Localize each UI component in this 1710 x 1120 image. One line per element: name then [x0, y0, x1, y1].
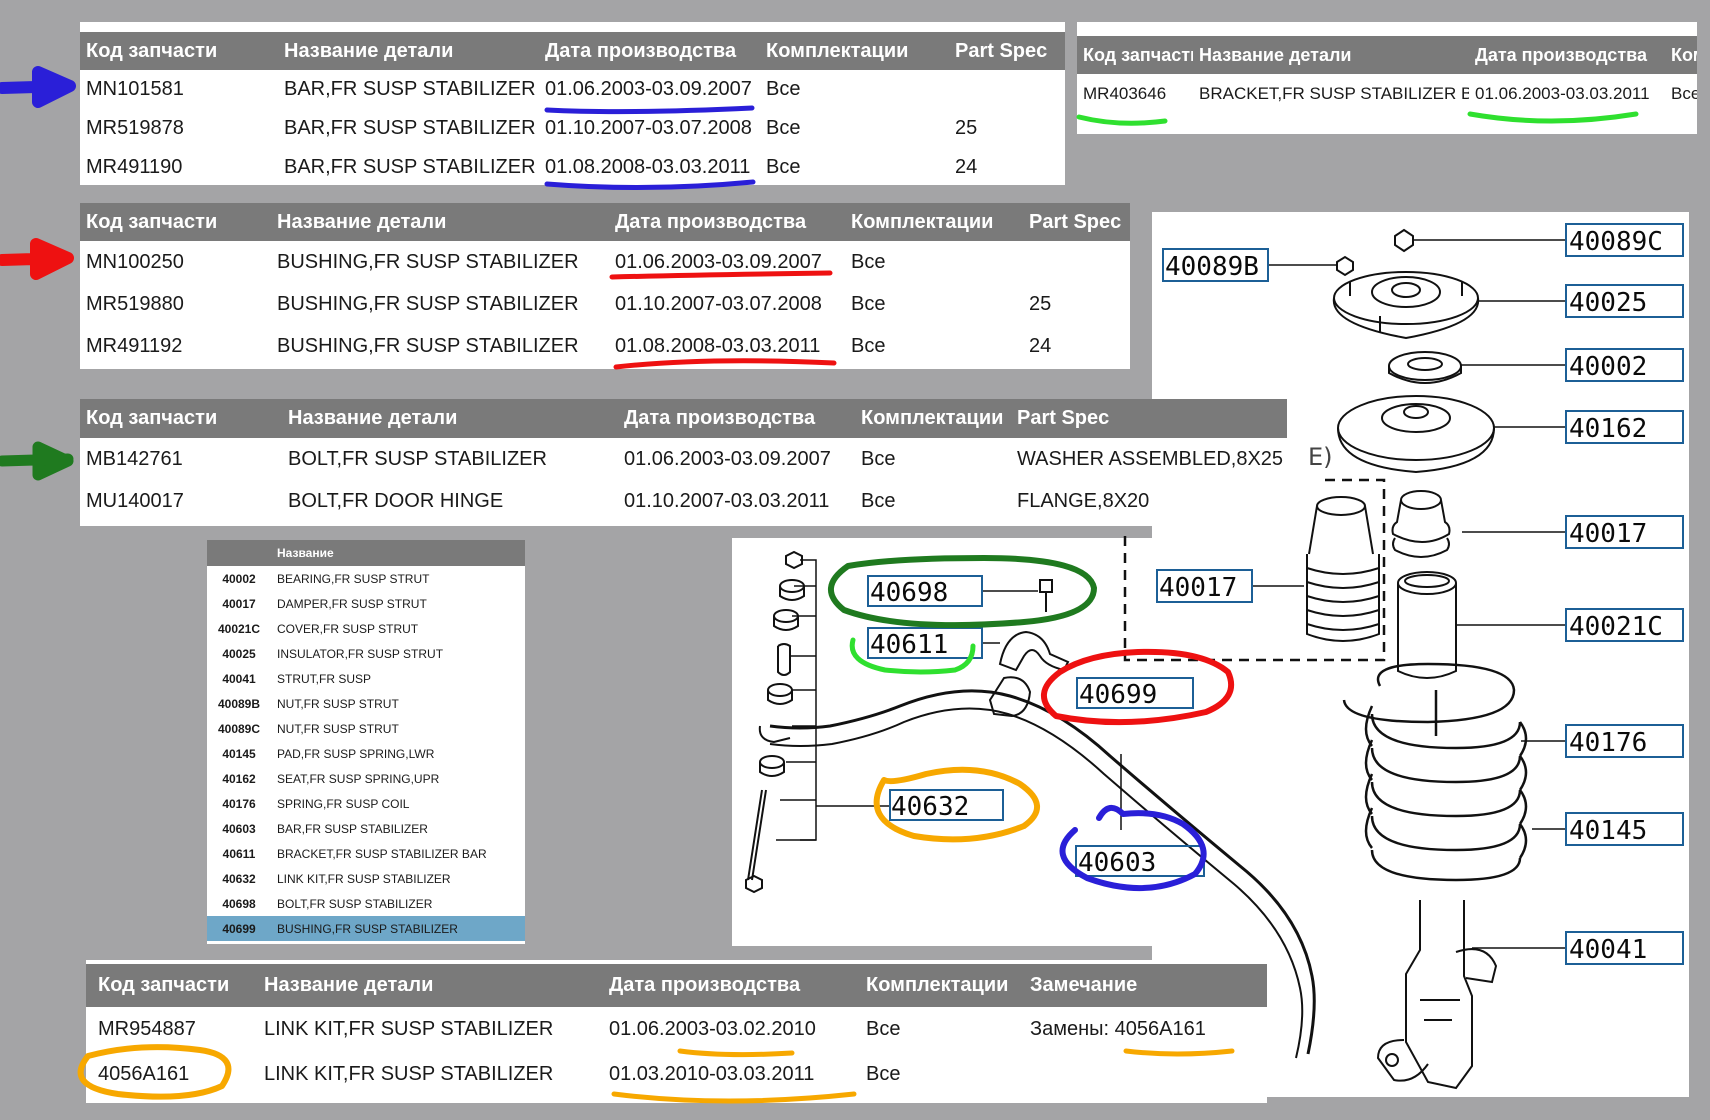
light-green-underline: [1467, 111, 1639, 124]
bolt-drawing: [1039, 579, 1053, 612]
callout-40603[interactable]: 40603: [1078, 848, 1156, 878]
callout-40698[interactable]: 40698: [870, 578, 948, 608]
nut-40089c-drawing: [1394, 228, 1414, 253]
red-arrow-icon: [0, 238, 74, 280]
blue-underline: [544, 179, 756, 191]
callout-40021c[interactable]: 40021C: [1569, 612, 1663, 642]
nut-40089b-drawing: [1336, 255, 1354, 277]
blue-underline: [544, 105, 755, 115]
strut-body-drawing: [1376, 900, 1498, 1090]
damper-drawing: [1391, 490, 1451, 558]
stabilizer-bar-outline: [769, 707, 1304, 1059]
diagram-fragment-label: E): [1308, 443, 1333, 471]
callout-40611[interactable]: 40611: [870, 630, 948, 660]
callout-40025[interactable]: 40025: [1569, 288, 1647, 318]
callout-40017-right[interactable]: 40017: [1569, 519, 1647, 549]
callout-40089c[interactable]: 40089C: [1569, 227, 1663, 257]
callout-40041[interactable]: 40041: [1569, 935, 1647, 965]
hand-annotations: [0, 66, 1639, 1104]
green-arrow-icon: [0, 441, 74, 481]
callout-40145[interactable]: 40145: [1569, 816, 1647, 846]
callout-40176[interactable]: 40176: [1569, 728, 1647, 758]
blue-arrow-icon: [0, 66, 76, 108]
bearing-drawing: [1388, 351, 1462, 384]
red-underline: [609, 270, 833, 280]
callout-40699[interactable]: 40699: [1079, 680, 1157, 710]
stabilizer-bar-drawing: [769, 689, 1316, 1055]
strut-cover-drawing: [1397, 571, 1457, 679]
callout-40017-left[interactable]: 40017: [1159, 573, 1237, 603]
light-green-underline: [1076, 114, 1168, 126]
orange-underline: [611, 1091, 857, 1104]
callout-40162[interactable]: 40162: [1569, 414, 1647, 444]
orange-underline: [1123, 1048, 1235, 1057]
strut-leader-lines: [1252, 239, 1566, 949]
spring-seat-drawing: [1337, 395, 1495, 474]
red-underline: [613, 358, 837, 370]
diagram-overlay: E) 40089C 40089B 40025 40002 40162 40017…: [0, 66, 1684, 1104]
bump-stop-drawing: [1306, 496, 1380, 642]
insulator-drawing: [1332, 271, 1480, 340]
orange-circle-4056a161: [77, 1044, 232, 1100]
orange-underline: [677, 1048, 795, 1058]
coil-spring-drawing: [1342, 662, 1528, 882]
stabilizer-assembly-drawing: [745, 550, 1316, 1059]
strut-assembly-drawing: [1123, 228, 1566, 1090]
bracket-drawing: [998, 630, 1070, 672]
callout-40632[interactable]: 40632: [891, 792, 969, 822]
callout-40002[interactable]: 40002: [1569, 352, 1647, 382]
callout-40089b[interactable]: 40089B: [1165, 252, 1259, 282]
